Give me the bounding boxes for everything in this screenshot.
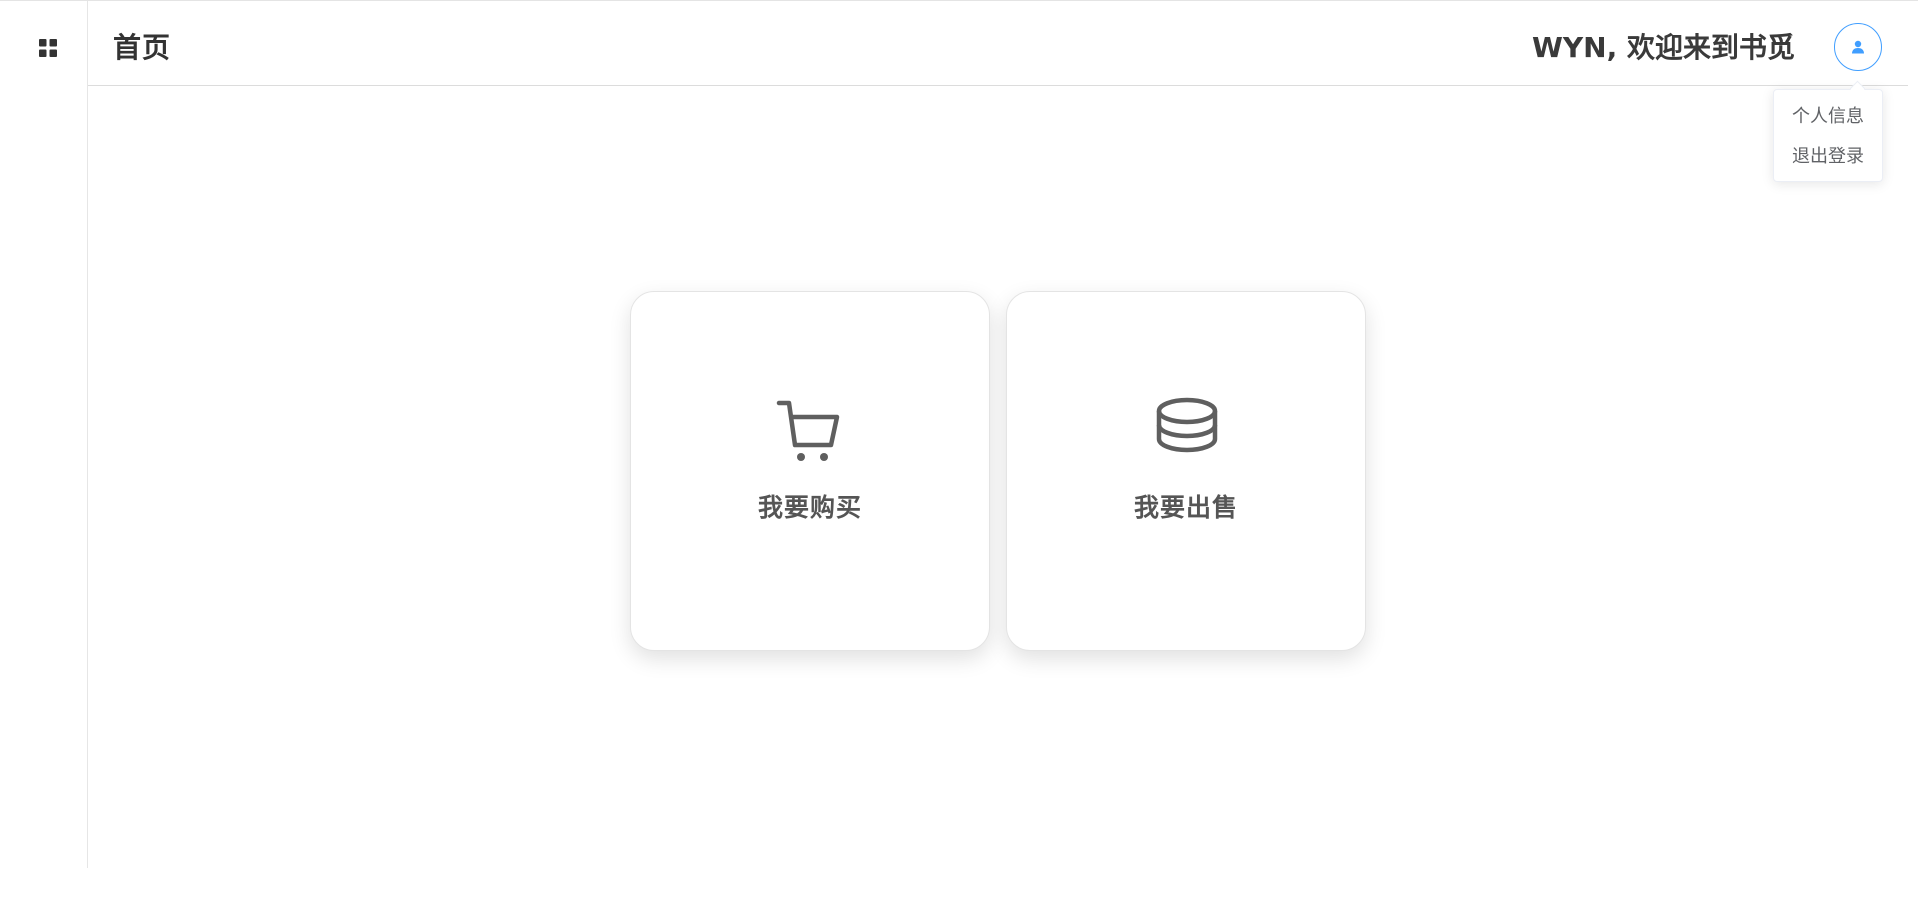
sidebar: [0, 1, 88, 868]
coins-icon: [1156, 397, 1218, 453]
sell-card[interactable]: 我要出售: [1006, 291, 1366, 651]
sell-card-label: 我要出售: [1133, 493, 1238, 522]
menu-item-profile[interactable]: 个人信息: [1774, 102, 1882, 132]
buy-card[interactable]: 我要购买: [630, 291, 990, 651]
buy-card-label: 我要购买: [757, 493, 862, 522]
grid-icon: [39, 39, 57, 57]
page-title: 首页: [113, 31, 172, 64]
welcome-message: WYN, 欢迎来到书觅: [1532, 31, 1795, 64]
header-bar: 首页 WYN, 欢迎来到书觅: [88, 1, 1908, 86]
user-avatar-button[interactable]: [1834, 23, 1882, 71]
cart-icon: [776, 400, 840, 461]
user-icon: [1852, 40, 1864, 54]
sidebar-toggle-button[interactable]: [38, 38, 58, 58]
app-root: 首页 WYN, 欢迎来到书觅 个人信息 退出登录 我要购买 我要出售: [0, 0, 1918, 899]
user-dropdown-menu: 个人信息 退出登录: [1773, 89, 1883, 182]
menu-item-logout[interactable]: 退出登录: [1774, 142, 1882, 172]
